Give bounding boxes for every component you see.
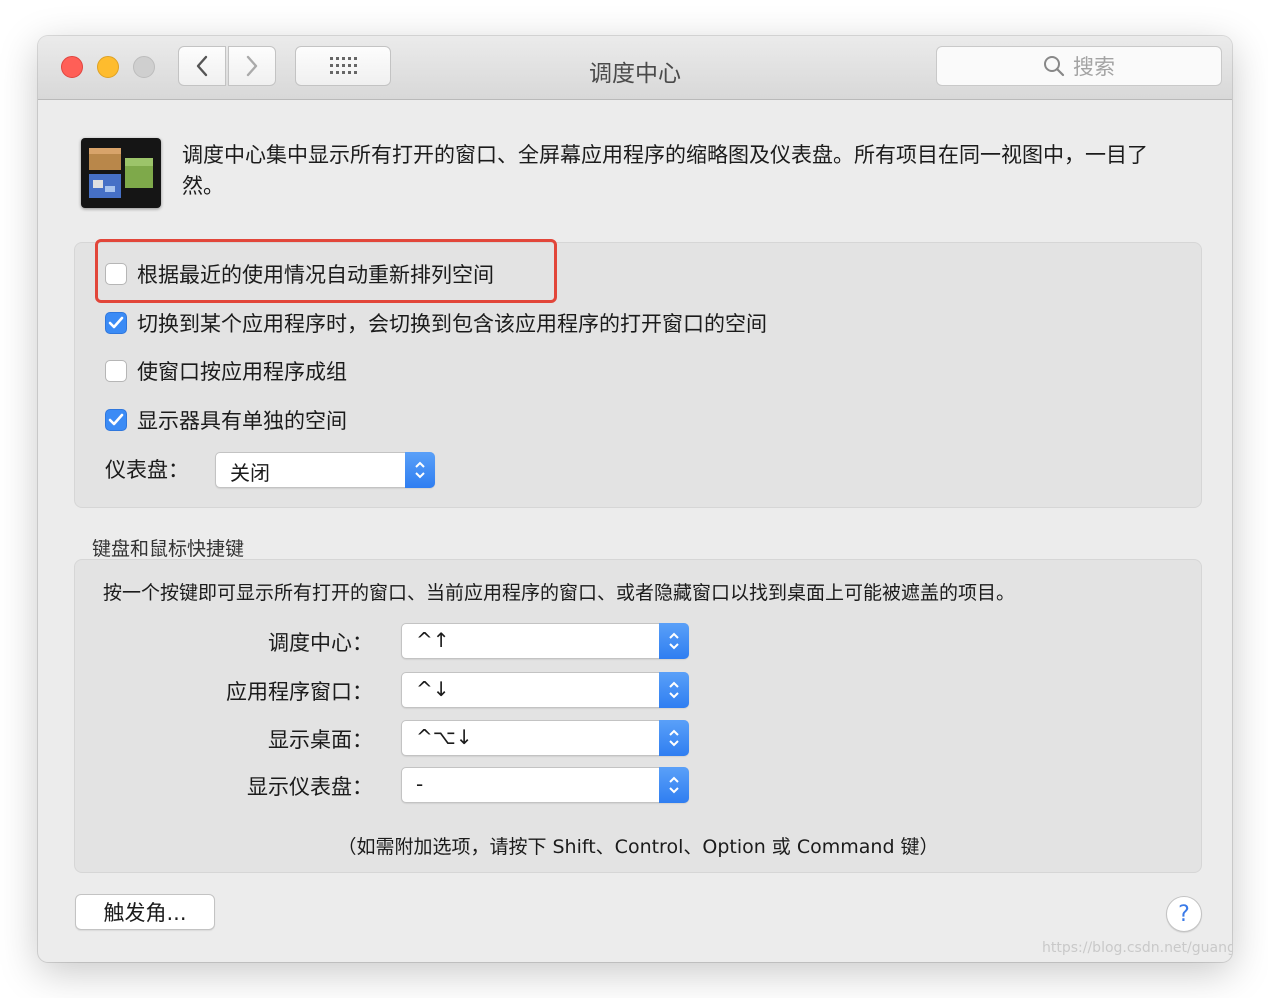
search-field[interactable]: 搜索 — [936, 46, 1222, 86]
checkmark-icon — [108, 316, 124, 329]
shortcut-value: ^↓ — [416, 677, 450, 701]
watermark: https://blog.csdn.net/guang_s — [1042, 940, 1232, 956]
updown-chevron-icon — [659, 623, 689, 659]
shortcut-label-show-desktop: 显示桌面： — [268, 728, 373, 752]
option-displays-separate-spaces[interactable]: 显示器具有单独的空间 — [105, 405, 347, 435]
shortcut-label-mission-control: 调度中心： — [268, 631, 373, 655]
shortcut-value: - — [416, 772, 424, 796]
updown-chevron-icon — [659, 767, 689, 803]
mission-control-app-icon — [81, 138, 161, 208]
shortcut-label-app-windows: 应用程序窗口： — [226, 680, 373, 704]
options-group: 根据最近的使用情况自动重新排列空间 切换到某个应用程序时，会切换到包含该应用程序… — [74, 239, 1202, 508]
group-windows-checkbox[interactable] — [105, 360, 127, 382]
hot-corners-button[interactable]: 触发角... — [75, 894, 215, 930]
shortcuts-section-label: 键盘和鼠标快捷键 — [92, 538, 245, 560]
option-label: 切换到某个应用程序时，会切换到包含该应用程序的打开窗口的空间 — [137, 312, 767, 336]
shortcut-value: ^↑ — [416, 628, 450, 652]
show-desktop-shortcut-popup[interactable]: ^⌥↓ — [401, 720, 689, 756]
show-dashboard-shortcut-popup[interactable]: - — [401, 767, 689, 803]
auto-rearrange-checkbox[interactable] — [105, 263, 127, 285]
separate-spaces-checkbox[interactable] — [105, 409, 127, 431]
shortcut-label-show-dashboard: 显示仪表盘： — [247, 775, 373, 799]
option-switch-to-app-space[interactable]: 切换到某个应用程序时，会切换到包含该应用程序的打开窗口的空间 — [105, 308, 767, 338]
preferences-window: 调度中心 搜索 调度中心集中显示所有打开的窗口、全屏幕应用程序的缩略图及仪表盘。… — [38, 36, 1232, 962]
help-button[interactable]: ? — [1166, 896, 1202, 932]
dashboard-popup[interactable]: 关闭 — [215, 452, 435, 488]
updown-chevron-icon — [659, 672, 689, 708]
dashboard-value: 关闭 — [230, 461, 270, 485]
panel-description: 调度中心集中显示所有打开的窗口、全屏幕应用程序的缩略图及仪表盘。所有项目在同一视… — [182, 143, 1148, 198]
option-group-windows-by-app[interactable]: 使窗口按应用程序成组 — [105, 356, 347, 386]
dashboard-row: 仪表盘： — [105, 454, 189, 484]
switch-space-checkbox[interactable] — [105, 312, 127, 334]
checkmark-icon — [108, 413, 124, 426]
search-icon — [1044, 56, 1065, 77]
shortcuts-description: 按一个按键即可显示所有打开的窗口、当前应用程序的窗口、或者隐藏窗口以找到桌面上可… — [103, 582, 1016, 604]
shortcut-value: ^⌥↓ — [416, 725, 473, 749]
search-placeholder: 搜索 — [1073, 55, 1115, 79]
option-label: 显示器具有单独的空间 — [137, 409, 347, 433]
option-label: 根据最近的使用情况自动重新排列空间 — [137, 263, 494, 287]
mission-control-shortcut-popup[interactable]: ^↑ — [401, 623, 689, 659]
title-bar: 调度中心 搜索 — [38, 36, 1232, 100]
updown-chevron-icon — [405, 452, 435, 488]
dashboard-label: 仪表盘： — [105, 458, 189, 482]
shortcuts-group: 按一个按键即可显示所有打开的窗口、当前应用程序的窗口、或者隐藏窗口以找到桌面上可… — [74, 559, 1202, 873]
updown-chevron-icon — [659, 720, 689, 756]
modifier-keys-note: （如需附加选项，请按下 Shift、Control、Option 或 Comma… — [337, 836, 939, 858]
option-label: 使窗口按应用程序成组 — [137, 360, 347, 384]
option-auto-rearrange-spaces[interactable]: 根据最近的使用情况自动重新排列空间 — [105, 259, 494, 289]
app-windows-shortcut-popup[interactable]: ^↓ — [401, 672, 689, 708]
